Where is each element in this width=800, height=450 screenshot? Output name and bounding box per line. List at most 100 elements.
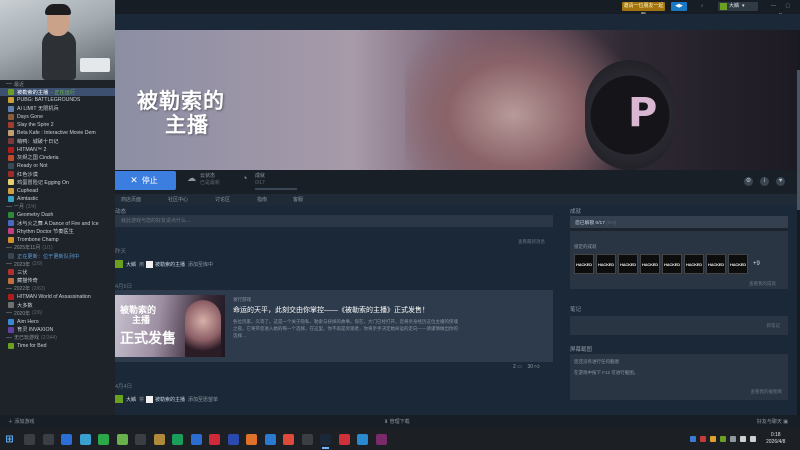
chevron-up-icon[interactable]: [730, 436, 736, 442]
sidebar-game-item[interactable]: Ready or Not: [0, 162, 115, 170]
feed-game-name[interactable]: 被勒索的主播: [155, 396, 185, 403]
app-icon[interactable]: [172, 434, 183, 445]
new-note-link[interactable]: 新笔记: [767, 323, 781, 329]
app-icon[interactable]: [227, 434, 239, 445]
sidebar-game-item[interactable]: 红色沙漠: [0, 170, 115, 178]
feed-user-name[interactable]: 大鳞: [126, 396, 136, 403]
tray-app-icon[interactable]: [720, 436, 726, 442]
news-event-card[interactable]: 被勒索的 主播 正式发售 发行游戏 命运的天平，此刻交由你掌控——《被勒索的主播…: [115, 290, 553, 362]
sidebar-game-item[interactable]: PUBG: BATTLEGROUNDS: [0, 96, 115, 104]
comment-icon[interactable]: ▭: [517, 364, 522, 370]
activity-comment-input[interactable]: 就此游戏与您的好友说点什么…: [115, 215, 553, 227]
sidebar-game-item[interactable]: 灰烬之国 Cinderia: [0, 154, 115, 162]
sidebar-game-item[interactable]: HITMAN™ 2: [0, 146, 115, 154]
sidebar-game-item[interactable]: 育灵 INVAXION: [0, 326, 115, 334]
sidebar-section-header[interactable]: —2020年 (2/6): [0, 309, 115, 317]
sidebar-game-item[interactable]: Trombone Champ: [0, 236, 115, 244]
invite-friend-button[interactable]: 邀请一位朋友一起玩: [622, 2, 665, 18]
broadcast-icon[interactable]: ◀▶: [671, 2, 687, 11]
feed-game-name[interactable]: 被勒索的主播: [155, 261, 185, 268]
sidebar-game-item[interactable]: Time for Bed: [0, 342, 115, 350]
sidebar-section-header[interactable]: —2023年 (2/9): [0, 260, 115, 268]
app-icon[interactable]: [357, 434, 368, 445]
view-latest-news-link[interactable]: 查看最新消息: [518, 239, 545, 245]
network-icon[interactable]: [740, 436, 746, 442]
locked-achievement-badge[interactable]: HACKED: [662, 254, 682, 274]
info-icon[interactable]: i: [760, 177, 769, 186]
manage-downloads-button[interactable]: ⬇ 管理下载: [384, 418, 410, 425]
app-icon[interactable]: [153, 434, 165, 445]
sidebar-game-item[interactable]: AI LIMIT 无限机兵: [0, 105, 115, 113]
taskbar-clock[interactable]: 0:18 2026/4/8: [766, 432, 785, 446]
sidebar-game-item[interactable]: 鸡蛋冒险记 Egging On: [0, 178, 115, 186]
sidebar-game-item[interactable]: 正在更新：位于更新队列中: [0, 252, 115, 260]
locked-achievement-badge[interactable]: HACKED: [728, 254, 748, 274]
steam-icon[interactable]: [320, 434, 331, 449]
add-game-button[interactable]: ＋ 添加游戏: [8, 418, 34, 425]
app-icon[interactable]: [283, 434, 294, 445]
wechat-icon[interactable]: [98, 434, 109, 445]
sidebar-section-header[interactable]: — 最近: [0, 80, 115, 88]
sidebar-game-item[interactable]: 冰与火之舞 A Dance of Fire and Ice: [0, 219, 115, 227]
sidebar-game-item[interactable]: 三伏: [0, 268, 115, 276]
achievement-status[interactable]: ◔ 成就 0/17: [242, 173, 302, 190]
more-achievements-count[interactable]: +9: [753, 261, 760, 267]
sidebar-game-item[interactable]: 被勒索的主播 - 正在运行: [0, 88, 115, 97]
sidebar-game-item[interactable]: 藏猫传奇: [0, 277, 115, 285]
sidebar-game-item[interactable]: 大多数: [0, 301, 115, 309]
sidebar-section-header[interactable]: — 一月 (2/4): [0, 203, 115, 211]
sidebar-game-item[interactable]: Aim Hero: [0, 317, 115, 325]
feed-user-name[interactable]: 大鳞: [126, 261, 136, 268]
sidebar-section-header[interactable]: —2022年 (2/63): [0, 285, 115, 293]
app-icon[interactable]: [209, 434, 220, 445]
android-icon[interactable]: [116, 434, 128, 445]
locked-achievement-badge[interactable]: HACKED: [684, 254, 704, 274]
sidebar-game-item[interactable]: Slay the Spire 2: [0, 121, 115, 129]
locked-achievement-badge[interactable]: HACKED: [618, 254, 638, 274]
sidebar-game-item[interactable]: Aimtastic: [0, 195, 115, 203]
app-icon[interactable]: [190, 434, 202, 445]
sidebar-game-item[interactable]: HITMAN World of Assassination: [0, 293, 115, 301]
news-thumbnail[interactable]: 被勒索的 主播 正式发售: [115, 295, 225, 357]
user-account-menu[interactable]: 大鳞 ▾: [718, 2, 758, 11]
view-screenshot-library-link[interactable]: 查看我的截图库: [751, 389, 783, 395]
subnav-guides[interactable]: 指南: [257, 196, 267, 203]
sidebar-game-item[interactable]: Geometry Dash: [0, 211, 115, 219]
tray-app-icon[interactable]: [690, 436, 696, 442]
subnav-discussions[interactable]: 讨论区: [215, 196, 230, 203]
app-icon[interactable]: [246, 434, 257, 445]
task-view-icon[interactable]: [42, 434, 54, 445]
subnav-store-page[interactable]: 商店页面: [121, 196, 141, 203]
cloud-status[interactable]: ☁ 云状态 已是最新: [187, 173, 235, 187]
app-icon[interactable]: [375, 434, 387, 445]
tray-app-icon[interactable]: [700, 436, 706, 442]
subnav-community-hub[interactable]: 社区中心: [168, 196, 188, 203]
achievements-unlocked-summary[interactable]: 您已解锁 0/17 (0%): [570, 216, 788, 228]
app-icon[interactable]: [264, 434, 276, 445]
heart-icon[interactable]: ♥: [776, 177, 785, 186]
sidebar-game-item[interactable]: 萌鸭：城破十日记: [0, 137, 115, 145]
locked-achievement-badge[interactable]: HACKED: [706, 254, 726, 274]
app-icon[interactable]: [301, 434, 313, 445]
locked-achievement-badge[interactable]: HACKED: [596, 254, 616, 274]
windows-start-icon[interactable]: ⊞: [4, 434, 15, 445]
bell-icon[interactable]: ♪: [697, 2, 707, 11]
thumbs-up-icon[interactable]: 👍︎: [534, 364, 539, 370]
stop-button[interactable]: ✕ 停止: [115, 171, 176, 190]
sidebar-game-item[interactable]: Rhythm Doctor 节奏医生: [0, 227, 115, 235]
sidebar-game-item[interactable]: Beta Kafe : Interactive Movie Dem: [0, 129, 115, 137]
sidebar-game-item[interactable]: Cuphead: [0, 186, 115, 194]
locked-achievement-badge[interactable]: HACKED: [640, 254, 660, 274]
search-icon[interactable]: [24, 434, 35, 445]
window-controls[interactable]: — ▢ ✕: [765, 2, 800, 18]
sidebar-section-header[interactable]: —2025年11月 (1/1): [0, 244, 115, 252]
volume-icon[interactable]: [750, 436, 756, 442]
browser-icon[interactable]: [61, 434, 72, 445]
sidebar-game-item[interactable]: Days Gone: [0, 113, 115, 121]
edge-icon[interactable]: [79, 434, 91, 445]
gear-icon[interactable]: ⚙: [744, 177, 753, 186]
sidebar-section-header[interactable]: — 无已玩游戏 (2/344): [0, 334, 115, 342]
news-headline[interactable]: 命运的天平，此刻交由你掌控——《被勒索的主播》正式发售！: [233, 305, 429, 315]
app-icon[interactable]: [135, 434, 146, 445]
locked-achievement-badge[interactable]: HACKED: [574, 254, 594, 274]
